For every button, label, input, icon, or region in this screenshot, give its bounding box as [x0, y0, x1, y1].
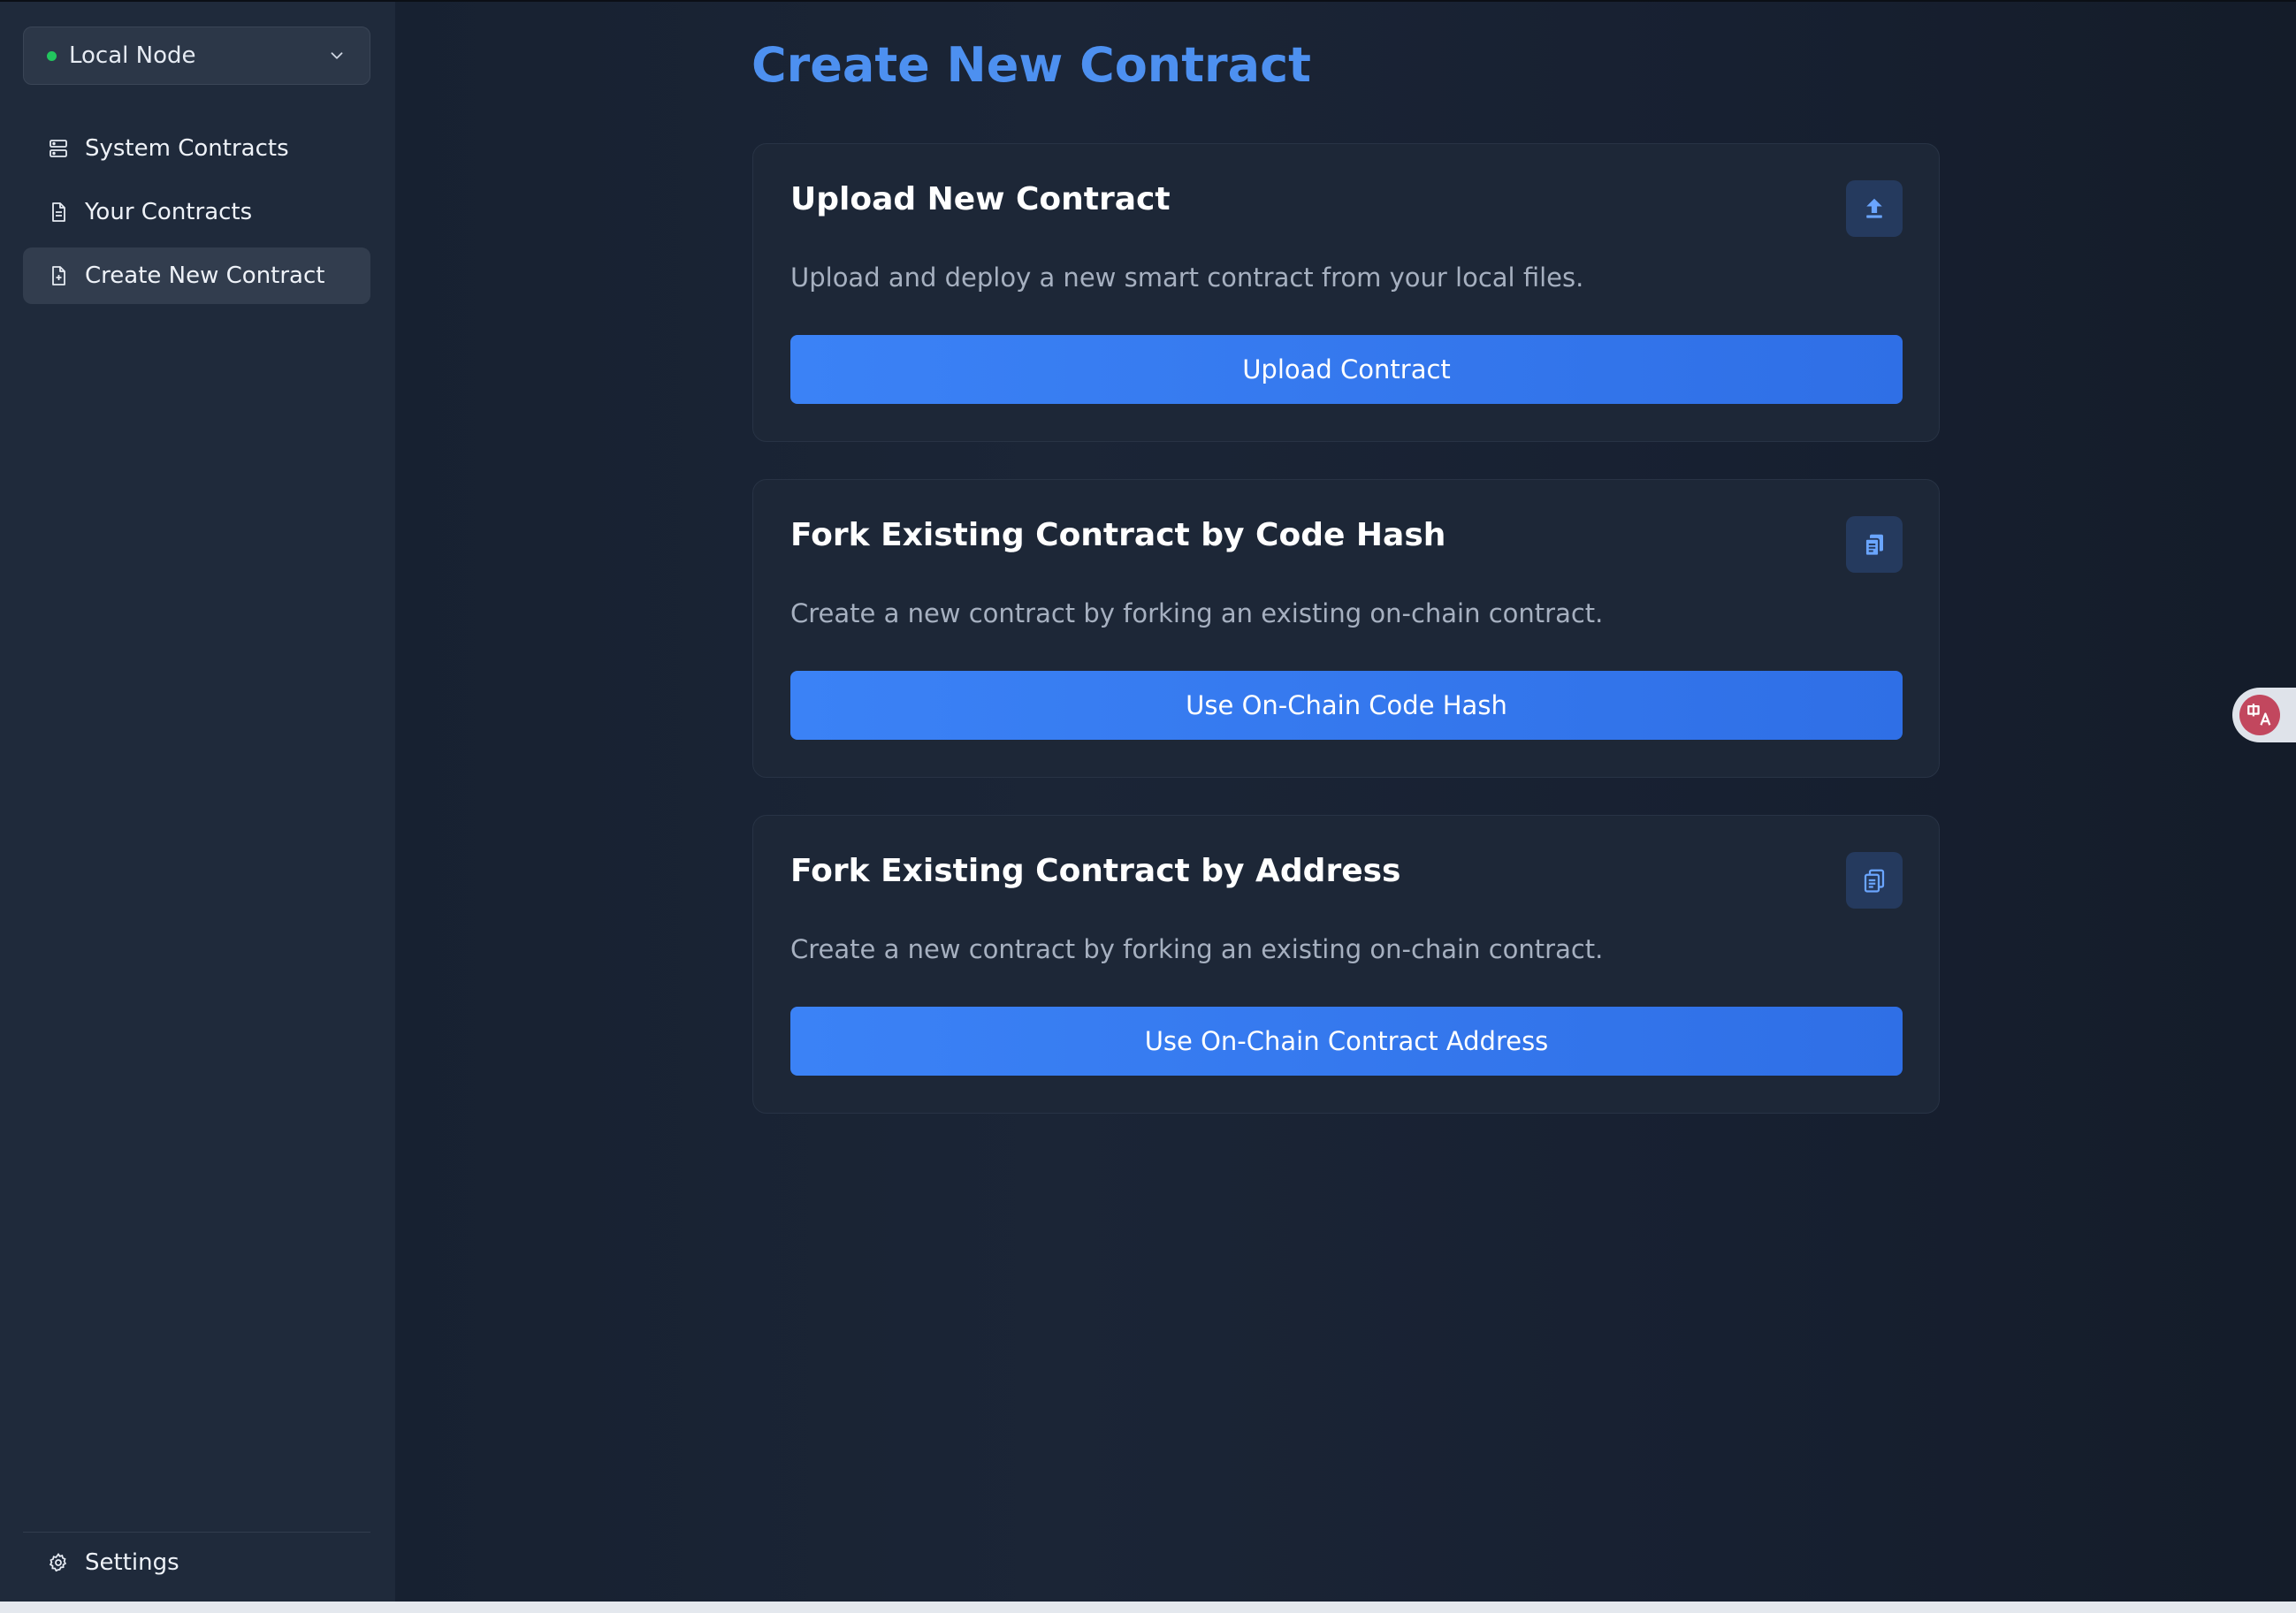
sidebar-nav: System Contracts Your Contracts Create N…: [23, 120, 370, 311]
upload-icon: [1866, 198, 1882, 218]
chevron-down-icon: [331, 52, 343, 59]
server-icon: [50, 140, 67, 157]
card-title: Fork Existing Contract by Address: [790, 853, 1401, 889]
sidebar-item-create-new-contract[interactable]: Create New Contract: [23, 247, 370, 304]
sidebar-item-settings[interactable]: Settings: [23, 1538, 370, 1587]
use-on-chain-contract-address-button[interactable]: Use On-Chain Contract Address: [790, 1007, 1903, 1076]
sidebar-item-label: Your Contracts: [85, 199, 253, 225]
upload-contract-card: Upload New Contract Upload and deploy a …: [752, 143, 1940, 442]
sidebar-divider: [23, 1532, 370, 1533]
copy-icon-button[interactable]: [1846, 516, 1903, 573]
sidebar-item-your-contracts[interactable]: Your Contracts: [23, 184, 370, 240]
sidebar-item-system-contracts[interactable]: System Contracts: [23, 120, 370, 177]
document-plus-icon: [52, 266, 65, 285]
copy-filled-icon: [1865, 534, 1883, 557]
card-description: Create a new contract by forking an exis…: [790, 934, 1604, 964]
copy-icon-button[interactable]: [1846, 852, 1903, 909]
sidebar-item-label: System Contracts: [85, 135, 289, 162]
sidebar: Local Node System Contracts Your Contrac…: [0, 2, 395, 1602]
sidebar-item-label: Create New Contract: [85, 262, 325, 289]
gear-icon: [49, 1552, 67, 1572]
translate-widget[interactable]: [2232, 688, 2296, 742]
card-description: Upload and deploy a new smart contract f…: [790, 262, 1584, 293]
node-selector[interactable]: Local Node: [23, 27, 370, 85]
card-description: Create a new contract by forking an exis…: [790, 598, 1604, 628]
node-status-dot: [47, 50, 57, 61]
main-content: Create New Contract Upload New Contract …: [395, 2, 2296, 1602]
card-title: Fork Existing Contract by Code Hash: [790, 517, 1446, 553]
document-icon: [52, 202, 65, 222]
use-on-chain-code-hash-button[interactable]: Use On-Chain Code Hash: [790, 671, 1903, 740]
fork-by-code-hash-card: Fork Existing Contract by Code Hash Crea…: [752, 479, 1940, 778]
copy-outline-icon: [1864, 869, 1885, 893]
page-title: Create New Contract: [751, 37, 1311, 93]
card-title: Upload New Contract: [790, 181, 1171, 217]
settings-label: Settings: [85, 1549, 179, 1576]
upload-contract-button[interactable]: Upload Contract: [790, 335, 1903, 404]
upload-icon-button[interactable]: [1846, 180, 1903, 237]
translate-icon: [2239, 695, 2280, 735]
fork-by-address-card: Fork Existing Contract by Address Create…: [752, 815, 1940, 1114]
node-selector-label: Local Node: [69, 42, 196, 69]
bottom-edge: [0, 1602, 2296, 1613]
